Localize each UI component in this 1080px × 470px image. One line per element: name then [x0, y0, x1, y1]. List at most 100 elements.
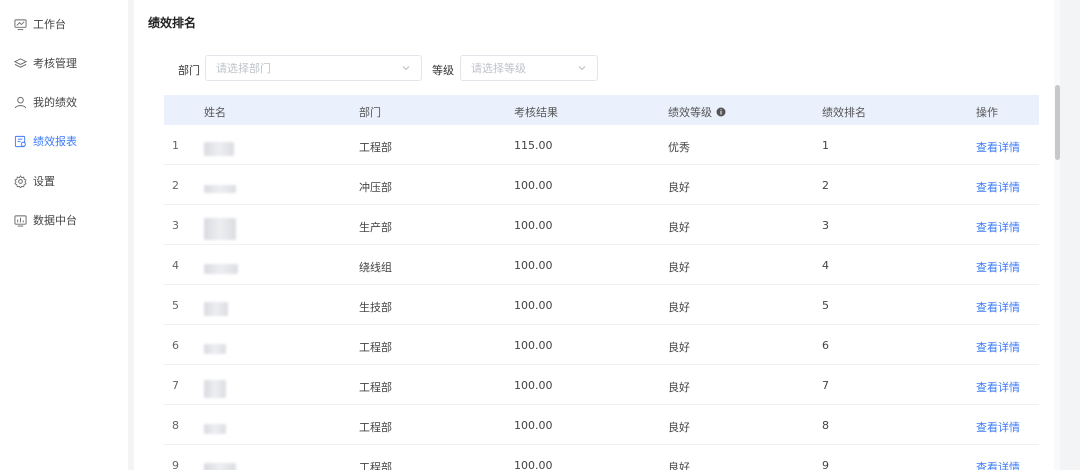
grade-select-placeholder: 请选择等级 — [471, 62, 526, 75]
row-result: 100.00 — [514, 259, 553, 272]
row-grade: 良好 — [668, 301, 690, 314]
column-header-name: 姓名 — [204, 106, 226, 119]
performance-table: 姓名 部门 考核结果 绩效等级 绩效排名 操作 1 工程部 115.00 优秀 1 查看详… — [164, 95, 1039, 470]
row-department: 工程部 — [359, 461, 392, 470]
scrollbar[interactable] — [1054, 0, 1060, 470]
row-grade: 良好 — [668, 341, 690, 354]
gear-icon — [14, 174, 27, 188]
view-details-link[interactable]: 查看详情 — [976, 459, 1020, 470]
view-details-link[interactable]: 查看详情 — [976, 139, 1020, 155]
table-row: 1 工程部 115.00 优秀 1 查看详情 — [164, 125, 1039, 165]
sidebar-item-data-center[interactable]: 数据中台 — [14, 210, 124, 230]
row-name-redacted — [204, 215, 236, 240]
user-icon — [14, 96, 27, 109]
row-result: 115.00 — [514, 139, 553, 152]
row-rank: 7 — [822, 379, 829, 392]
sidebar-item-performance-report[interactable]: 绩效报表 — [14, 131, 124, 151]
scrollbar-thumb[interactable] — [1055, 85, 1060, 160]
row-grade: 良好 — [668, 421, 690, 434]
row-result: 100.00 — [514, 379, 553, 392]
sidebar-item-label: 我的绩效 — [33, 96, 77, 109]
sidebar-item-workbench[interactable]: 工作台 — [14, 14, 124, 34]
main-panel: 绩效排名 部门 请选择部门 等级 请选择等级 姓名 部门 考核结果 绩效等级 绩… — [134, 0, 1060, 470]
row-name-redacted — [204, 455, 236, 470]
table-body: 1 工程部 115.00 优秀 1 查看详情 2 冲压部 100.00 良好 2 查看详情 3 生产部 10… — [164, 125, 1039, 470]
view-details-link[interactable]: 查看详情 — [976, 299, 1020, 315]
sidebar: 工作台 考核管理 我的绩效 绩效报表 设置 数据中台 — [0, 0, 128, 470]
row-department: 工程部 — [359, 421, 392, 434]
sidebar-item-settings[interactable]: 设置 — [14, 171, 124, 191]
department-select-placeholder: 请选择部门 — [216, 62, 271, 75]
row-rank: 8 — [822, 419, 829, 432]
chevron-down-icon — [577, 63, 587, 73]
sidebar-item-label: 数据中台 — [33, 214, 77, 227]
row-department: 生技部 — [359, 301, 392, 314]
row-index: 6 — [172, 339, 179, 352]
row-rank: 4 — [822, 259, 829, 272]
view-details-link[interactable]: 查看详情 — [976, 339, 1020, 355]
table-row: 7 工程部 100.00 良好 7 查看详情 — [164, 365, 1039, 405]
row-rank: 5 — [822, 299, 829, 312]
row-rank: 2 — [822, 179, 829, 192]
table-row: 8 工程部 100.00 良好 8 查看详情 — [164, 405, 1039, 445]
row-grade: 良好 — [668, 461, 690, 470]
row-index: 9 — [172, 459, 179, 470]
row-rank: 6 — [822, 339, 829, 352]
page-title: 绩效排名 — [148, 16, 197, 30]
row-name-redacted — [204, 375, 226, 398]
column-header-department: 部门 — [359, 106, 381, 119]
department-filter-label: 部门 — [178, 64, 200, 77]
view-details-link[interactable]: 查看详情 — [976, 219, 1020, 235]
row-index: 4 — [172, 259, 179, 272]
row-name-redacted — [204, 135, 234, 156]
row-name-redacted — [204, 255, 238, 274]
row-result: 100.00 — [514, 419, 553, 432]
row-department: 工程部 — [359, 341, 392, 354]
view-details-link[interactable]: 查看详情 — [976, 179, 1020, 195]
grade-select[interactable]: 请选择等级 — [460, 55, 598, 81]
chart-icon — [14, 214, 27, 227]
sidebar-item-label: 工作台 — [33, 18, 66, 31]
row-name-redacted — [204, 415, 226, 434]
view-details-link[interactable]: 查看详情 — [976, 379, 1020, 395]
row-department: 冲压部 — [359, 181, 392, 194]
table-row: 2 冲压部 100.00 良好 2 查看详情 — [164, 165, 1039, 205]
view-details-link[interactable]: 查看详情 — [976, 259, 1020, 275]
department-select[interactable]: 请选择部门 — [205, 55, 422, 81]
view-details-link[interactable]: 查看详情 — [976, 419, 1020, 435]
chevron-down-icon — [401, 63, 411, 73]
row-name-redacted — [204, 175, 236, 193]
row-result: 100.00 — [514, 219, 553, 232]
row-result: 100.00 — [514, 179, 553, 192]
row-department: 工程部 — [359, 141, 392, 154]
row-result: 100.00 — [514, 459, 553, 470]
row-result: 100.00 — [514, 339, 553, 352]
row-grade: 良好 — [668, 221, 690, 234]
row-rank: 3 — [822, 219, 829, 232]
sidebar-item-label: 考核管理 — [33, 57, 77, 70]
table-row: 9 工程部 100.00 良好 9 查看详情 — [164, 445, 1039, 470]
row-grade: 优秀 — [668, 141, 690, 154]
sidebar-item-label: 绩效报表 — [33, 135, 77, 148]
column-header-grade-label: 绩效等级 — [668, 106, 712, 119]
row-index: 1 — [172, 139, 179, 152]
layers-icon — [14, 57, 27, 70]
column-header-result: 考核结果 — [514, 106, 558, 119]
row-index: 7 — [172, 379, 179, 392]
table-row: 3 生产部 100.00 良好 3 查看详情 — [164, 205, 1039, 245]
row-index: 3 — [172, 219, 179, 232]
row-department: 工程部 — [359, 381, 392, 394]
row-name-redacted — [204, 295, 228, 316]
table-row: 5 生技部 100.00 良好 5 查看详情 — [164, 285, 1039, 325]
row-grade: 良好 — [668, 381, 690, 394]
table-row: 6 工程部 100.00 良好 6 查看详情 — [164, 325, 1039, 365]
row-rank: 1 — [822, 139, 829, 152]
column-header-rank: 绩效排名 — [822, 106, 866, 119]
info-icon[interactable] — [716, 107, 726, 117]
row-rank: 9 — [822, 459, 829, 470]
sidebar-item-assessment[interactable]: 考核管理 — [14, 53, 124, 73]
grade-filter-label: 等级 — [432, 64, 454, 77]
table-row: 4 绕线组 100.00 良好 4 查看详情 — [164, 245, 1039, 285]
row-department: 生产部 — [359, 221, 392, 234]
sidebar-item-my-performance[interactable]: 我的绩效 — [14, 92, 124, 112]
